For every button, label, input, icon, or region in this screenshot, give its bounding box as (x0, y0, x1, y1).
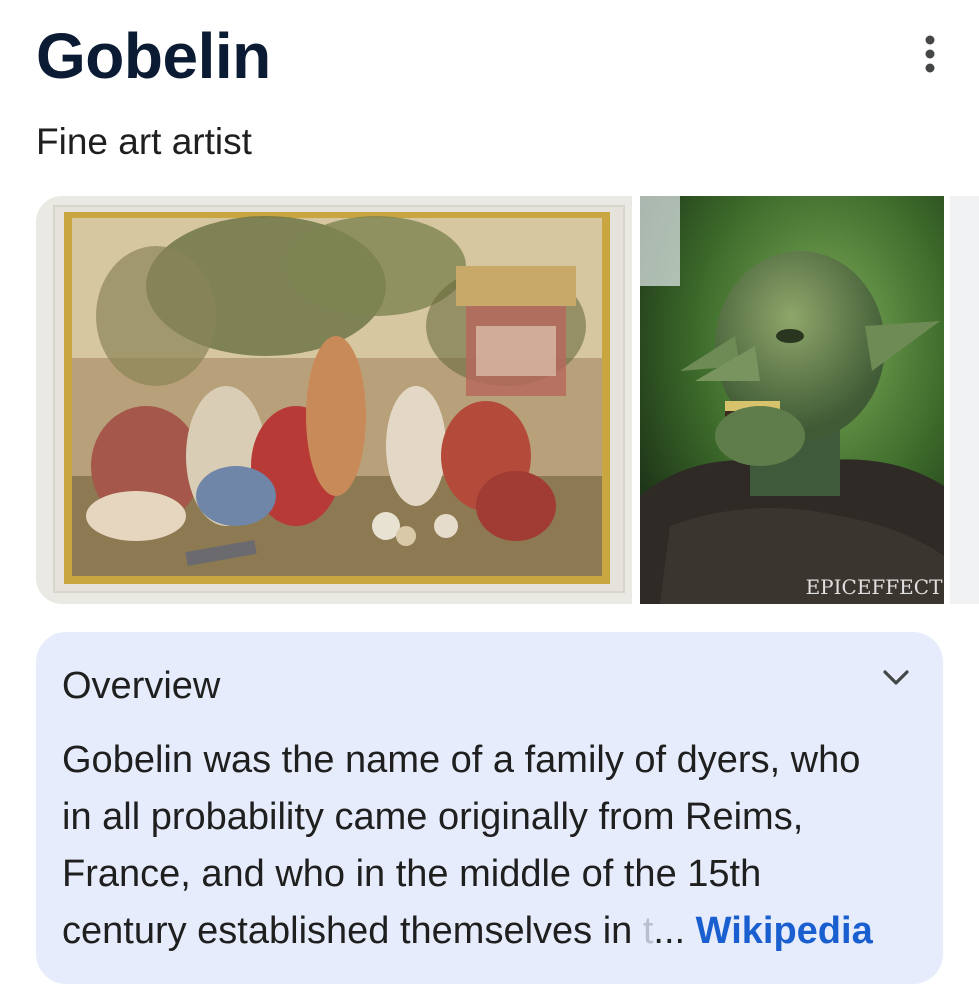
more-options-button[interactable] (908, 32, 952, 76)
image-carousel[interactable]: EPICEFFECT (36, 196, 979, 606)
entity-subtitle: Fine art artist (36, 121, 252, 162)
overview-line: century established themselves in (62, 910, 643, 952)
wikipedia-link[interactable]: Wikipedia (696, 910, 873, 952)
overview-line-last: century established themselves in t... W… (62, 903, 932, 960)
expand-button[interactable] (874, 656, 918, 700)
tapestry-image[interactable] (36, 196, 632, 604)
ellipsis: ... (653, 910, 686, 952)
faded-char: t (642, 910, 654, 952)
goblin-mask-image[interactable]: EPICEFFECT (640, 196, 944, 604)
overview-line: in all probability came originally from … (62, 796, 804, 838)
overview-line: Gobelin was the name of a family of dyer… (62, 739, 861, 781)
overview-line: France, and who in the middle of the 15t… (62, 853, 762, 895)
watermark-text: EPICEFFECT (806, 575, 944, 599)
more-vert-icon (925, 35, 935, 73)
entity-title: Gobelin (36, 20, 271, 92)
overview-card: Overview Gobelin was the name of a famil… (36, 632, 943, 984)
third-image-partial[interactable] (950, 196, 979, 604)
chevron-down-icon (883, 670, 909, 685)
overview-text: Gobelin was the name of a family of dyer… (62, 732, 932, 960)
overview-heading: Overview (62, 665, 221, 707)
